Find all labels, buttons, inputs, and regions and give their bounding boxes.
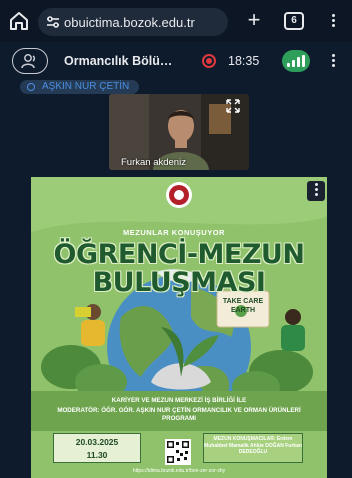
presenter-icon — [27, 83, 35, 91]
meeting-time: 18:35 — [228, 54, 260, 68]
browser-menu-icon[interactable] — [326, 12, 340, 32]
poster-date-box: 20.03.2025 11.30 — [53, 433, 141, 463]
webcam-tile[interactable]: Furkan akdeniz — [109, 94, 249, 170]
site-settings-icon[interactable] — [46, 15, 60, 29]
people-icon — [21, 54, 36, 69]
url-text: obuictima.bozok.edu.tr — [64, 14, 195, 30]
recording-icon[interactable] — [202, 54, 216, 68]
tab-switcher-button[interactable]: 6 — [284, 12, 304, 30]
connection-status-icon[interactable] — [282, 50, 310, 72]
qr-code-icon — [165, 439, 191, 465]
new-tab-button[interactable]: + — [244, 9, 264, 32]
presenter-badge: AŞKIN NUR ÇETİN — [20, 80, 140, 94]
meeting-header: Ormancılık Bölü… 18:35 — [0, 42, 352, 80]
poster-subtitle: MEZUNLAR KONUŞUYOR — [123, 228, 225, 237]
home-icon[interactable] — [8, 11, 30, 31]
expand-icon[interactable] — [225, 98, 241, 114]
poster-moderator-line: MODERATÖR: ÖĞR. GÖR. AŞKIN NUR ÇETİN ORM… — [57, 407, 301, 422]
poster-options-icon[interactable] — [307, 181, 325, 201]
poster-speakers-box: MEZUN KONUŞMACILAR: Erdem Muhabbet Mamal… — [203, 433, 303, 463]
poster-date: 20.03.2025 — [75, 437, 119, 447]
participant-name: Furkan akdeniz — [121, 157, 186, 168]
poster-title-line1: ÖĞRENCİ-MEZUN — [53, 239, 305, 270]
shared-screen-poster: MEZUNLAR KONUŞUYOR ÖĞRENCİ-MEZUN BULUŞMA… — [31, 177, 327, 478]
screen: { "browser": { "url": "obuictima.bozok.e… — [0, 0, 352, 478]
poster-collab-line: KARİYER VE MEZUN MERKEZİ İŞ BİRLİĞİ İLE — [111, 397, 247, 404]
poster-title-line2: BULUŞMASI — [92, 267, 266, 298]
presenter-name: AŞKIN NUR ÇETİN — [42, 81, 130, 92]
meeting-menu-icon[interactable] — [326, 52, 340, 72]
participants-button[interactable] — [12, 48, 48, 74]
poster-link: https://idima.bozok.edu.tr/bon-zer-zor-x… — [132, 468, 226, 474]
meeting-title: Ormancılık Bölü… — [64, 54, 173, 68]
poster-sign-text: TAKE CARE EARTH — [222, 298, 264, 314]
address-bar[interactable]: obuictima.bozok.edu.tr — [38, 8, 228, 36]
poster-time: 11.30 — [86, 450, 108, 460]
browser-toolbar: obuictima.bozok.edu.tr + 6 — [0, 0, 352, 42]
